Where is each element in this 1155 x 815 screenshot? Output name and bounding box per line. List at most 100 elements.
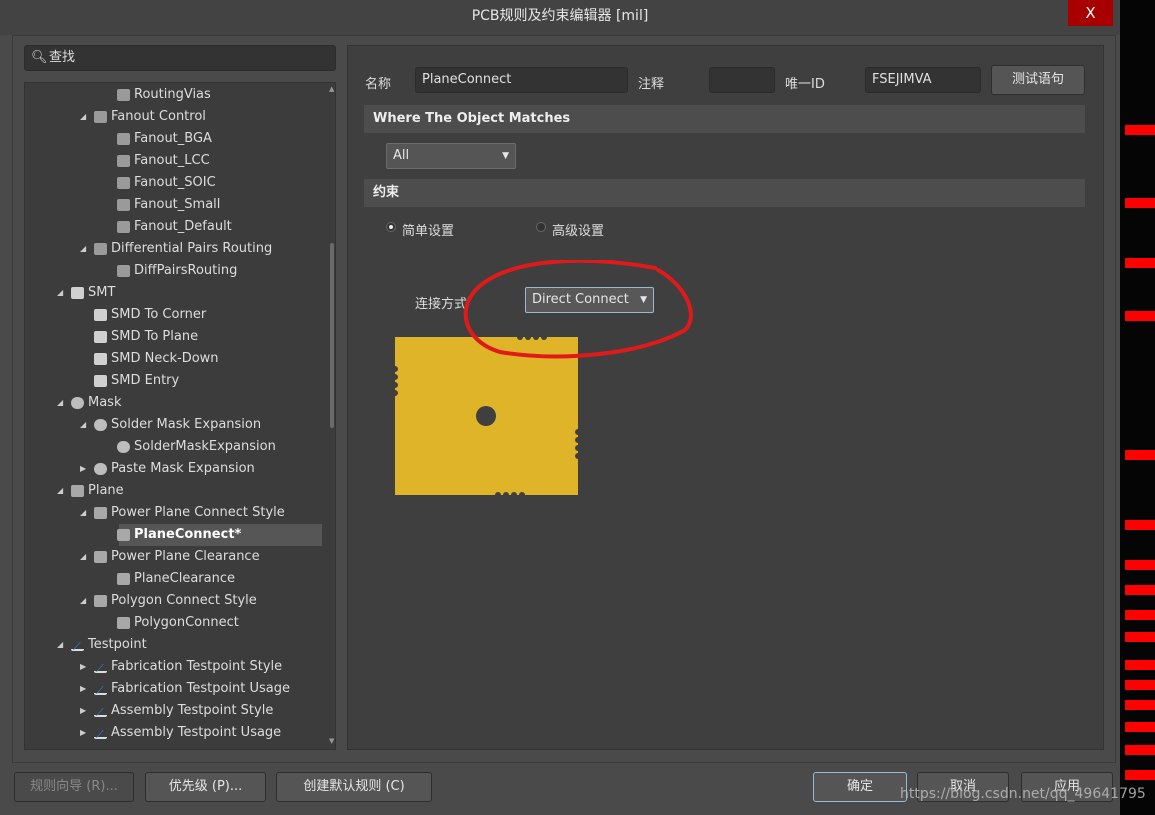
pcb-track — [1125, 660, 1155, 670]
routing-rule-icon — [117, 155, 130, 167]
where-header: Where The Object Matches — [364, 105, 1085, 133]
comment-input[interactable] — [709, 67, 775, 93]
tree-item[interactable]: ◢ Polygon Connect Style — [25, 590, 325, 612]
smt-rule-icon — [94, 353, 107, 365]
tree-item[interactable]: SMD To Plane — [25, 326, 325, 348]
tree-item-label: PlaneConnect* — [134, 527, 242, 542]
tree-item[interactable]: SMD Neck-Down — [25, 348, 325, 370]
pcb-track — [1125, 311, 1155, 321]
tree-scrollbar[interactable]: ▲ ▼ — [327, 83, 335, 749]
tree-item-label: Plane — [88, 483, 124, 498]
scroll-down-icon[interactable]: ▼ — [329, 737, 334, 745]
tree-item[interactable]: Fanout_LCC — [25, 150, 325, 172]
collapse-arrow-icon[interactable]: ◢ — [80, 238, 86, 260]
routing-rule-icon — [94, 111, 107, 123]
tree-item-label: Assembly Testpoint Usage — [111, 725, 282, 740]
scrollbar-thumb[interactable] — [330, 243, 334, 428]
rules-tree: RoutingVias ◢ Fanout Control Fanout_BGA Fano… — [24, 82, 336, 750]
tree-item-label: DiffPairsRouting — [134, 263, 238, 278]
expand-arrow-icon[interactable]: ▶ — [80, 678, 86, 700]
collapse-arrow-icon[interactable]: ◢ — [80, 590, 86, 612]
pcb-track — [1125, 585, 1155, 595]
advanced-radio[interactable] — [536, 222, 546, 232]
uid-input[interactable]: FSEJIMVA — [865, 67, 981, 93]
tree-item-label: RoutingVias — [134, 87, 211, 102]
tree-item[interactable]: Fanout_SOIC — [25, 172, 325, 194]
collapse-arrow-icon[interactable]: ◢ — [80, 106, 86, 128]
tree-item[interactable]: ◢ ⟋ Testpoint — [25, 634, 325, 656]
tree-item[interactable]: SMD To Corner — [25, 304, 325, 326]
search-input[interactable]: 🔍︎ 查找 — [24, 45, 336, 71]
smt-rule-icon — [94, 375, 107, 387]
collapse-arrow-icon[interactable]: ◢ — [80, 502, 86, 524]
plane-rule-icon — [94, 595, 107, 607]
tree-item-label: Fanout_SOIC — [134, 175, 216, 190]
tree-item[interactable]: ◢ SMT — [25, 282, 325, 304]
tree-item[interactable]: ◢ Power Plane Connect Style — [25, 502, 325, 524]
window-title: PCB规则及约束编辑器 [mil] — [471, 8, 649, 24]
tree-item[interactable]: PlaneClearance — [25, 568, 325, 590]
scroll-up-icon[interactable]: ▲ — [329, 85, 334, 93]
where-select[interactable]: All ▼ — [386, 143, 516, 169]
tree-item[interactable]: ◢ Mask — [25, 392, 325, 414]
tree-item[interactable]: Fanout_BGA — [25, 128, 325, 150]
tree-item[interactable]: ◢ Fanout Control — [25, 106, 325, 128]
tree-item[interactable]: ◢ Solder Mask Expansion — [25, 414, 325, 436]
pcb-track — [1125, 198, 1155, 208]
collapse-arrow-icon[interactable]: ◢ — [57, 634, 63, 656]
tree-item[interactable]: ▶ ⟋ Fabrication Testpoint Style — [25, 656, 325, 678]
tree-item[interactable]: DiffPairsRouting — [25, 260, 325, 282]
tree-item-label: Fanout_LCC — [134, 153, 210, 168]
tree-item[interactable]: Fanout_Small — [25, 194, 325, 216]
smt-rule-icon — [71, 287, 84, 299]
priority-button[interactable]: 优先级 (P)... — [145, 772, 266, 802]
plane-rule-icon — [94, 551, 107, 563]
plane-rule-icon — [94, 507, 107, 519]
simple-radio[interactable] — [386, 222, 396, 232]
rule-wizard-button[interactable]: 规则向导 (R)... — [14, 772, 134, 802]
tree-item-label: Paste Mask Expansion — [111, 461, 255, 476]
where-selected: All — [393, 148, 410, 163]
testpoint-rule-icon: ⟋ — [94, 683, 107, 697]
tree-item[interactable]: PlaneConnect* — [25, 524, 325, 546]
tree-item[interactable]: ▶ Paste Mask Expansion — [25, 458, 325, 480]
expand-arrow-icon[interactable]: ▶ — [80, 656, 86, 678]
tree-item[interactable]: SolderMaskExpansion — [25, 436, 325, 458]
pcb-track — [1125, 560, 1155, 570]
close-button[interactable]: X — [1068, 0, 1113, 26]
tree-item[interactable]: ▶ ⟋ Fabrication Testpoint Usage — [25, 678, 325, 700]
expand-arrow-icon[interactable]: ▶ — [80, 700, 86, 722]
collapse-arrow-icon[interactable]: ◢ — [57, 392, 63, 414]
tree-item[interactable]: PolygonConnect — [25, 612, 325, 634]
pcb-track — [1125, 700, 1155, 710]
collapse-arrow-icon[interactable]: ◢ — [80, 414, 86, 436]
collapse-arrow-icon[interactable]: ◢ — [57, 282, 63, 304]
name-input[interactable]: PlaneConnect — [415, 67, 628, 93]
tree-item[interactable]: SMD Entry — [25, 370, 325, 392]
uid-label: 唯一ID — [785, 77, 825, 92]
tree-item-label: Testpoint — [88, 637, 147, 652]
pcb-track — [1125, 125, 1155, 135]
tree-item[interactable]: ◢ Differential Pairs Routing — [25, 238, 325, 260]
tree-item[interactable]: RoutingVias — [25, 84, 325, 106]
tree-item[interactable]: ◢ Power Plane Clearance — [25, 546, 325, 568]
tree-item[interactable]: ▶ ⟋ Assembly Testpoint Usage — [25, 722, 325, 744]
smt-rule-icon — [94, 309, 107, 321]
create-default-rules-button[interactable]: 创建默认规则 (C) — [276, 772, 432, 802]
collapse-arrow-icon[interactable]: ◢ — [57, 480, 63, 502]
pcb-track — [1125, 770, 1155, 780]
pcb-track — [1125, 610, 1155, 620]
test-query-button[interactable]: 测试语句 — [991, 65, 1085, 95]
expand-arrow-icon[interactable]: ▶ — [80, 458, 86, 480]
tree-item[interactable]: Fanout_Default — [25, 216, 325, 238]
ok-button[interactable]: 确定 — [813, 772, 907, 802]
collapse-arrow-icon[interactable]: ◢ — [80, 546, 86, 568]
expand-arrow-icon[interactable]: ▶ — [80, 722, 86, 744]
tree-item-label: PlaneClearance — [134, 571, 236, 586]
tree-item[interactable]: ◢ Plane — [25, 480, 325, 502]
rules-editor-dialog: PCB规则及约束编辑器 [mil] X 🔍︎ 查找 RoutingVias ◢ Fan… — [0, 0, 1120, 815]
testpoint-rule-icon: ⟋ — [94, 727, 107, 741]
tree-item[interactable]: ▶ ⟋ Assembly Testpoint Style — [25, 700, 325, 722]
tree-item-label: SMD To Corner — [111, 307, 207, 322]
pcb-track — [1125, 680, 1155, 690]
